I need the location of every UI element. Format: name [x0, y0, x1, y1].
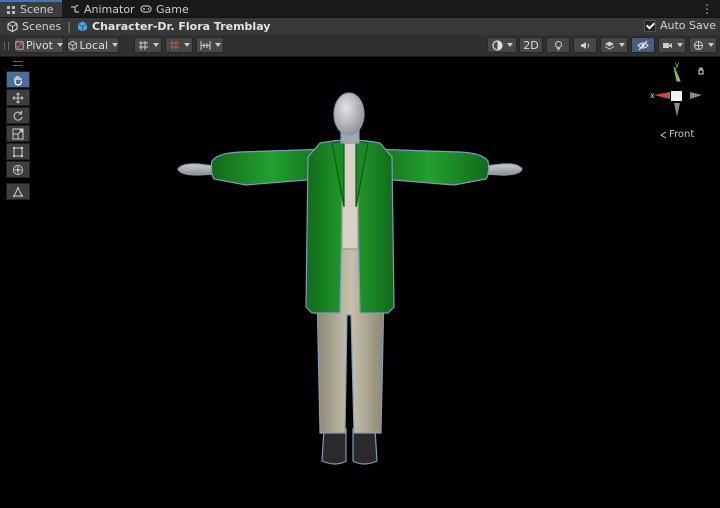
effects-layers-icon [604, 41, 614, 50]
toggle-2d-label: 2D [523, 38, 539, 52]
grid-snapping-dropdown[interactable] [165, 37, 193, 53]
audio-toggle-button[interactable] [573, 37, 597, 53]
scene-visibility-toggle[interactable] [631, 37, 655, 53]
toolbar-grip-icon [4, 42, 9, 50]
tab-game-label: Game [156, 2, 189, 16]
gizmos-icon [693, 40, 703, 50]
animator-icon [71, 4, 79, 13]
x-axis-label: x [650, 91, 655, 100]
more-options-icon[interactable]: ⋮ [701, 2, 713, 16]
scene-viewport[interactable]: y x Front [0, 57, 720, 508]
gamepad-icon [140, 5, 152, 13]
grid-icon [7, 5, 15, 14]
draw-mode-dropdown[interactable] [487, 37, 517, 53]
y-axis-label: y [675, 60, 680, 69]
tab-scene[interactable]: Scene [0, 0, 62, 17]
lock-icon[interactable] [698, 67, 704, 75]
perspective-chevron-icon [660, 131, 667, 138]
increment-snap-icon [200, 40, 210, 50]
camera-icon [662, 42, 672, 48]
toggle-2d-button[interactable]: 2D [519, 37, 543, 53]
lighting-icon [554, 40, 562, 50]
tab-animator-label: Animator [84, 2, 135, 16]
audio-icon [580, 41, 589, 49]
breadcrumb-object-label: Character-Dr. Flora Tremblay [92, 20, 271, 33]
x-axis-arrow-icon[interactable] [654, 92, 670, 99]
tab-game[interactable]: Game [140, 1, 189, 17]
pivot-icon [15, 40, 24, 50]
auto-save-checkbox[interactable] [643, 19, 656, 32]
shading-mode-icon [491, 39, 503, 51]
prefab-cube-icon [77, 21, 88, 32]
character-model[interactable] [0, 57, 720, 508]
tab-animator[interactable]: Animator [70, 1, 135, 17]
auto-save-toggle[interactable]: Auto Save [643, 19, 716, 32]
breadcrumb-object[interactable]: Character-Dr. Flora Tremblay [77, 20, 270, 33]
breadcrumb: Scenes | Character-Dr. Flora Tremblay Au… [0, 18, 720, 35]
auto-save-label: Auto Save [659, 19, 716, 32]
grid-visibility-dropdown[interactable] [134, 37, 162, 53]
y-axis-arrow-icon[interactable] [673, 66, 681, 82]
breadcrumb-separator: | [67, 20, 71, 33]
pivot-label: Pivot [25, 38, 53, 52]
breadcrumb-scenes-label: Scenes [22, 20, 62, 33]
local-label: Local [79, 38, 108, 52]
tab-scene-label: Scene [20, 3, 54, 16]
pivot-dropdown[interactable]: Pivot [14, 37, 64, 53]
hidden-eye-icon [637, 40, 649, 50]
neg-x-axis-arrow-icon[interactable] [690, 92, 702, 99]
lighting-toggle-button[interactable] [546, 37, 570, 53]
grid-snap-icon [169, 40, 179, 50]
local-space-icon [68, 40, 78, 50]
gizmos-dropdown[interactable] [689, 37, 717, 53]
increment-snap-dropdown[interactable] [196, 37, 224, 53]
camera-settings-dropdown[interactable] [658, 37, 686, 53]
scene-toolbar: Pivot Local 2D [0, 35, 720, 57]
window-tab-bar: Scene Animator Game ⋮ [0, 0, 720, 18]
gizmo-center-cube[interactable] [671, 91, 682, 101]
local-dropdown[interactable]: Local [67, 37, 119, 53]
neg-y-axis-arrow-icon[interactable] [674, 103, 680, 117]
view-direction-label[interactable]: Front [660, 129, 694, 140]
unity-scene-icon [7, 21, 18, 32]
breadcrumb-scenes[interactable]: Scenes [7, 20, 61, 33]
grid-visibility-icon [138, 40, 148, 50]
orientation-gizmo[interactable]: y x [648, 59, 710, 123]
effects-dropdown[interactable] [600, 37, 628, 53]
view-direction-text: Front [669, 129, 695, 140]
